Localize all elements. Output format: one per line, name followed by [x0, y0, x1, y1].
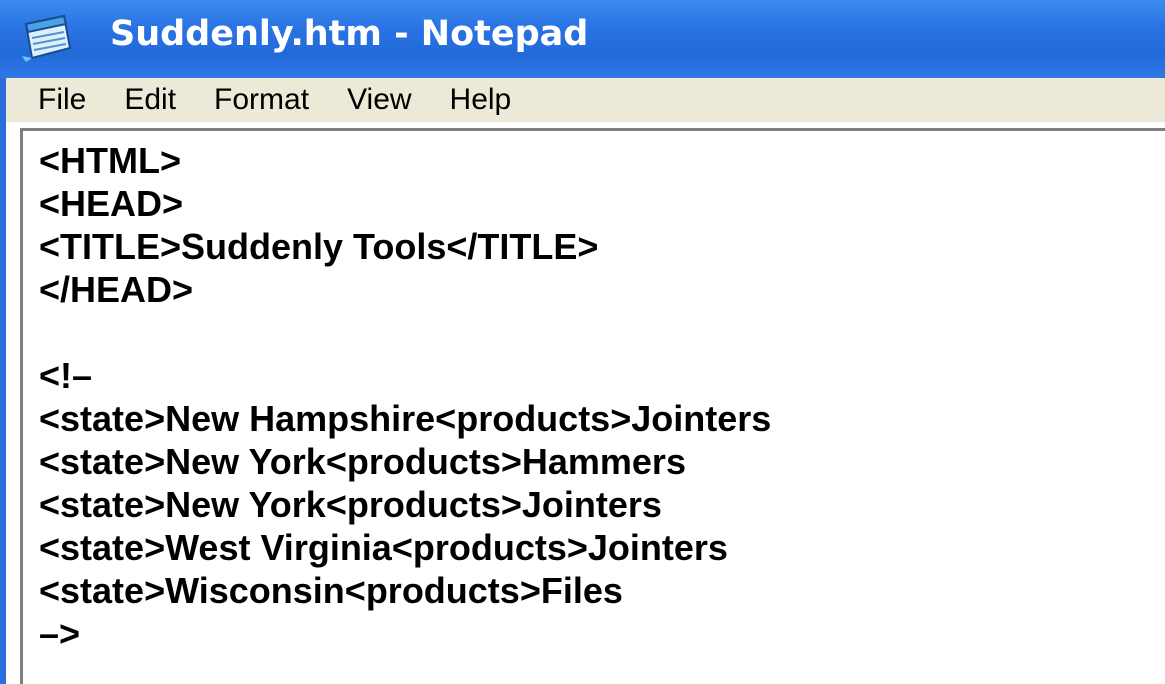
- code-line: <state>West Virginia<products>Jointers: [39, 526, 728, 569]
- menu-help[interactable]: Help: [450, 83, 512, 117]
- code-line: <!–: [39, 354, 92, 397]
- code-line: <HEAD>: [39, 182, 183, 225]
- code-line: –>: [39, 612, 80, 655]
- code-line: </HEAD>: [39, 268, 193, 311]
- notepad-icon: [18, 10, 76, 64]
- menu-edit[interactable]: Edit: [124, 83, 176, 117]
- code-line: <state>Wisconsin<products>Files: [39, 569, 623, 612]
- text-editor[interactable]: <HTML> <HEAD> <TITLE>Suddenly Tools</TIT…: [0, 122, 1165, 684]
- menu-file[interactable]: File: [38, 83, 86, 117]
- code-line: <TITLE>Suddenly Tools</TITLE>: [39, 225, 598, 268]
- notepad-window: Suddenly.htm - Notepad File Edit Format …: [0, 0, 1165, 684]
- menu-view[interactable]: View: [347, 83, 411, 117]
- title-bar[interactable]: Suddenly.htm - Notepad: [0, 0, 1165, 78]
- window-title: Suddenly.htm - Notepad: [110, 14, 588, 54]
- code-line: <state>New York<products>Hammers: [39, 440, 686, 483]
- editor-content[interactable]: <HTML> <HEAD> <TITLE>Suddenly Tools</TIT…: [20, 128, 1165, 684]
- menu-bar: File Edit Format View Help: [0, 78, 1165, 122]
- menu-format[interactable]: Format: [214, 83, 309, 117]
- code-line: <state>New Hampshire<products>Jointers: [39, 397, 771, 440]
- code-line: <state>New York<products>Jointers: [39, 483, 662, 526]
- code-line: <HTML>: [39, 139, 181, 182]
